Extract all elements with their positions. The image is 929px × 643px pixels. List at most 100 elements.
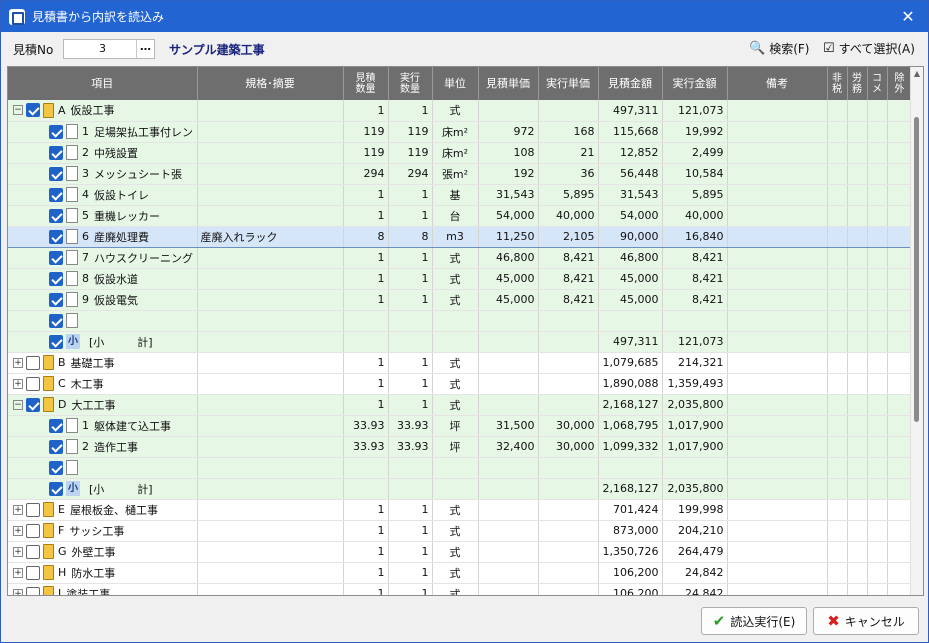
select-all-button[interactable]: ☑ すべて選択(A) <box>823 40 915 57</box>
table-row[interactable] <box>8 457 913 479</box>
item-box[interactable] <box>66 271 78 286</box>
row-checkbox[interactable] <box>26 355 40 370</box>
lookup-button[interactable]: … <box>136 40 154 58</box>
table-row[interactable]: 2 造作工事 33.93 33.93 坪 32,400 30,000 1,099,332 1,0… <box>8 436 913 458</box>
expand-icon[interactable]: + <box>13 357 23 368</box>
estimate-amount-cell: 54,000 <box>598 205 663 227</box>
item-name: 基礎工事 <box>70 356 115 370</box>
item-code: 8 <box>82 272 89 285</box>
item-name: 防水工事 <box>71 566 116 580</box>
item-box[interactable] <box>66 187 78 202</box>
table-row[interactable]: 6 産廃処理費 産廃入れラック 8 8 m3 11,250 2,105 90,000 16,840 <box>8 225 913 248</box>
item-box[interactable] <box>66 418 78 433</box>
row-checkbox[interactable] <box>49 145 63 160</box>
expand-icon[interactable]: + <box>13 378 23 389</box>
item-box[interactable] <box>66 292 78 307</box>
table-row[interactable]: 9 仮設電気 1 1 式 45,000 8,421 45,000 8,421 <box>8 289 913 311</box>
item-box[interactable] <box>66 250 78 265</box>
table-row[interactable]: + C 木工事 1 1 式 1,890,088 1,359,493 <box>8 373 913 395</box>
row-checkbox[interactable] <box>49 250 63 265</box>
item-box[interactable] <box>66 229 78 244</box>
scroll-up-icon[interactable]: ▲ <box>911 67 923 81</box>
expand-icon[interactable]: + <box>13 525 23 536</box>
row-checkbox[interactable] <box>26 565 40 580</box>
estimate-amount-cell: 2,168,127 <box>598 394 663 416</box>
row-checkbox[interactable] <box>49 334 63 349</box>
table-row[interactable]: + F サッシ工事 1 1 式 873,000 204,210 <box>8 520 913 542</box>
table-row[interactable]: 小 [小 計] 2,168,127 2,035,800 <box>8 478 913 500</box>
load-execute-button[interactable]: ✔ 読込実行(E) <box>701 607 807 635</box>
row-checkbox[interactable] <box>26 502 40 517</box>
table-row[interactable]: + E 屋根板金、樋工事 1 1 式 701,424 199,998 <box>8 499 913 521</box>
table-row[interactable]: 2 中残設置 119 119 床m² 108 21 12,852 2,499 <box>8 142 913 164</box>
table-row[interactable] <box>8 310 913 332</box>
folder-icon <box>43 102 54 118</box>
row-checkbox[interactable] <box>49 313 63 328</box>
row-checkbox[interactable] <box>49 460 63 475</box>
item-name: 重機レッカー <box>94 209 160 223</box>
table-row[interactable]: 1 足場架払工事付レン 119 119 床m² 972 168 115,668 19,992 <box>8 121 913 143</box>
table-row[interactable]: 5 重機レッカー 1 1 台 54,000 40,000 54,000 40,000 <box>8 205 913 227</box>
row-checkbox[interactable] <box>49 439 63 454</box>
table-row[interactable]: + I 塗装工事 1 1 式 106,200 24,842 <box>8 583 913 595</box>
comment-cell <box>867 499 888 521</box>
row-checkbox[interactable] <box>26 523 40 538</box>
item-box[interactable] <box>66 208 78 223</box>
search-button[interactable]: 🔍 検索(F) <box>749 40 809 57</box>
estimate-amount-cell: 701,424 <box>598 499 663 521</box>
close-button[interactable]: ✕ <box>888 1 928 32</box>
table-row[interactable]: − A 仮設工事 1 1 式 497,311 121,073 <box>8 100 913 122</box>
row-checkbox[interactable] <box>49 187 63 202</box>
tax-exempt-cell <box>827 352 848 374</box>
table-row[interactable]: + H 防水工事 1 1 式 106,200 24,842 <box>8 562 913 584</box>
item-box[interactable] <box>66 439 78 454</box>
table-row[interactable]: 7 ハウスクリーニング 1 1 式 46,800 8,421 46,800 8,421 <box>8 247 913 269</box>
scroll-thumb[interactable] <box>914 117 919 422</box>
item-box[interactable] <box>66 166 78 181</box>
row-checkbox[interactable] <box>49 124 63 139</box>
table-row[interactable]: + G 外壁工事 1 1 式 1,350,726 264,479 <box>8 541 913 563</box>
expand-icon[interactable]: + <box>13 588 23 595</box>
tax-exempt-cell <box>827 562 848 584</box>
table-row[interactable]: 8 仮設水道 1 1 式 45,000 8,421 45,000 8,421 <box>8 268 913 290</box>
table-row[interactable]: 4 仮設トイレ 1 1 基 31,543 5,895 31,543 5,895 <box>8 184 913 206</box>
row-checkbox[interactable] <box>49 208 63 223</box>
table-row[interactable]: + B 基礎工事 1 1 式 1,079,685 214,321 <box>8 352 913 374</box>
breakdown-grid[interactable]: 項目 規格･摘要 見積 数量 実行 数量 単位 見積単価 実行単価 見積金額 実行金額 備考非 税… <box>7 66 924 596</box>
unit-cell <box>432 310 479 332</box>
row-checkbox[interactable] <box>26 544 40 559</box>
estimate-no-field[interactable]: 3 … <box>63 39 155 59</box>
item-box[interactable] <box>66 124 78 139</box>
item-box[interactable] <box>66 145 78 160</box>
table-row[interactable]: 小 [小 計] 497,311 121,073 <box>8 331 913 353</box>
row-checkbox[interactable] <box>26 397 40 412</box>
expand-icon[interactable]: + <box>13 567 23 578</box>
table-row[interactable]: 1 躯体建て込工事 33.93 33.93 坪 31,500 30,000 1,068,795… <box>8 415 913 437</box>
row-checkbox[interactable] <box>49 229 63 244</box>
estimate-no-value[interactable]: 3 <box>64 40 136 58</box>
row-checkbox[interactable] <box>26 376 40 391</box>
row-checkbox[interactable] <box>49 418 63 433</box>
collapse-icon[interactable]: − <box>13 399 23 410</box>
remarks-cell <box>727 478 828 500</box>
row-checkbox[interactable] <box>26 103 40 118</box>
cancel-button[interactable]: ✖ キャンセル <box>813 607 919 635</box>
estimate-qty-cell: 1 <box>343 289 389 311</box>
collapse-icon[interactable]: − <box>13 105 23 116</box>
row-checkbox[interactable] <box>49 292 63 307</box>
row-checkbox[interactable] <box>49 166 63 181</box>
row-checkbox[interactable] <box>49 271 63 286</box>
table-row[interactable]: − D 大工工事 1 1 式 2,168,127 2,035,800 <box>8 394 913 416</box>
vertical-scrollbar[interactable]: ▲ <box>910 67 923 595</box>
item-box[interactable] <box>66 460 78 475</box>
row-checkbox[interactable] <box>26 586 40 595</box>
table-row[interactable]: 3 メッシュシート張 294 294 張m² 192 36 56,448 10,584 <box>8 163 913 185</box>
item-code: 1 <box>82 419 89 432</box>
expand-icon[interactable]: + <box>13 546 23 557</box>
column-header: 備考 <box>727 67 828 100</box>
row-checkbox[interactable] <box>49 481 63 496</box>
item-box[interactable] <box>66 313 78 328</box>
expand-icon[interactable]: + <box>13 504 23 515</box>
actual-qty-cell: 119 <box>388 142 433 164</box>
project-name: サンプル建築工事 <box>169 43 265 57</box>
